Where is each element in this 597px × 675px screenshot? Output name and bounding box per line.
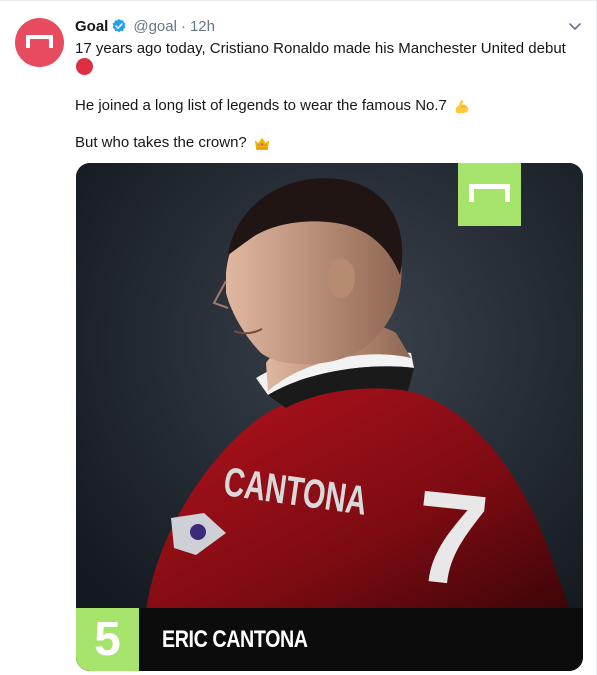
chevron-down-icon[interactable]: [566, 17, 584, 35]
player-caption-bar: 5 ERIC CANTONA: [76, 608, 583, 671]
tweet-timestamp[interactable]: 12h: [190, 18, 215, 35]
goal-brand-badge: [458, 163, 521, 226]
shirt-number-text: 7: [407, 462, 494, 615]
player-photo: CANTONA 7: [76, 163, 583, 671]
tweet-text-line-3: He joined a long list of legends to wear…: [75, 96, 471, 116]
goal-logo-icon: [469, 184, 510, 202]
author-avatar[interactable]: [15, 18, 64, 67]
tweet-media-image[interactable]: CANTONA 7 5 ERIC CANTONA: [76, 163, 583, 671]
meta-separator: ·: [180, 17, 186, 35]
red-circle-icon: [76, 58, 93, 75]
rank-number: 5: [76, 608, 139, 671]
crown-icon: [254, 137, 269, 150]
flexed-biceps-icon: [455, 100, 469, 114]
author-name[interactable]: Goal: [75, 18, 108, 35]
tweet-text-line-4-text: But who takes the crown?: [75, 134, 247, 151]
tweet-text-line-1: 17 years ago today, Cristiano Ronaldo ma…: [75, 40, 566, 57]
tweet-text-line-4: But who takes the crown?: [75, 133, 271, 153]
tweet-header: Goal @goal · 12h: [75, 16, 215, 36]
player-name: ERIC CANTONA: [162, 626, 308, 653]
tweet-text-line-3-text: He joined a long list of legends to wear…: [75, 97, 447, 114]
author-handle[interactable]: @goal: [133, 18, 177, 35]
top-divider: [0, 0, 597, 1]
goal-logo-icon: [26, 35, 53, 48]
verified-badge-icon: [112, 19, 126, 33]
